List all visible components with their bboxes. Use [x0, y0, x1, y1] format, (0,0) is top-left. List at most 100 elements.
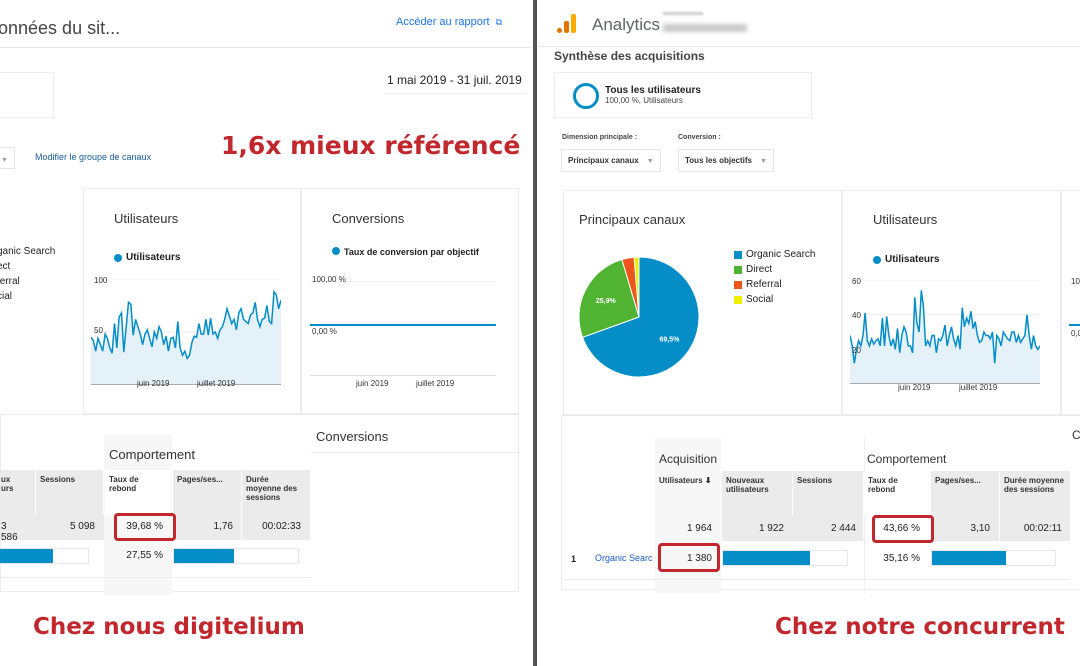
legend-item: Social [734, 292, 815, 307]
analytics-logo-icon [557, 14, 577, 34]
row1-index: 1 [571, 554, 577, 564]
conversion-rate-line [1069, 324, 1080, 326]
segment-detail: 100,00 %, Utilisateurs [605, 96, 683, 105]
total-pages-per-session: 3,10 [970, 523, 990, 534]
pages-bar-fill [174, 549, 234, 563]
series-area [850, 290, 1040, 384]
edit-channel-group-link[interactable]: Modifier le groupe de canaux [35, 152, 151, 162]
users-card: Utilisateurs Utilisateurs 100 50 juin 20… [83, 188, 301, 414]
date-range-picker[interactable]: 1 mai 2019 - 31 juil. 2019 [384, 72, 525, 94]
y-tick: 0,0 [1071, 329, 1080, 338]
channels-pie-chart: 69,5% 25,9% [578, 256, 700, 378]
page-title: Synthèse des acquisitions [554, 49, 705, 63]
users-line-chart [91, 279, 281, 385]
channels-card: Principaux canaux 69,5% 25,9% Organic Sea… [563, 190, 842, 415]
legend-social: cial [0, 291, 13, 302]
sessions-bar [722, 550, 848, 566]
conversion-rate-line [310, 324, 496, 326]
legend-item: Referral [734, 277, 815, 292]
col-header-pages-per-session[interactable]: Pages/ses... [931, 471, 999, 516]
y-tick: 20 [852, 346, 861, 355]
legend-organic: ganic Search [0, 246, 56, 257]
total-pages-per-session: 1,76 [213, 521, 233, 532]
users-card-title: Utilisateurs [114, 211, 179, 226]
legend-label: Organic Search [746, 249, 816, 260]
chevron-down-icon: ▼ [1, 157, 8, 164]
pages-bar-fill [932, 551, 1006, 565]
legend-swatch [734, 295, 742, 304]
col-header-pages-per-session[interactable]: Pages/ses... [173, 470, 241, 515]
legend-label: Referral [746, 279, 782, 290]
legend-label: Social [746, 294, 774, 305]
row1-bounce-rate: 27,55 % [126, 550, 163, 561]
col-header-sessions[interactable]: Sessions [793, 471, 863, 516]
group-conversions: Conversions [316, 429, 389, 444]
total-new-users: 3 586 [1, 521, 18, 543]
x-tick: juillet 2019 [197, 379, 236, 388]
col-header-users[interactable]: Utilisateurs ⬇ [655, 471, 721, 516]
sessions-bar-fill [723, 551, 810, 565]
channels-legend: ganic Search ect ferral cial [0, 244, 55, 304]
row1-bounce-rate: 35,16 % [883, 553, 920, 564]
conversions-card: Conversions Taux de conversion par objec… [301, 188, 519, 414]
header-divider [0, 47, 531, 48]
sessions-bar-fill [0, 549, 53, 563]
left-analytics-panel: onnées du sit... Accéder au rapport ⧉ 1 … [0, 0, 531, 666]
chevron-down-icon: ▼ [759, 158, 767, 165]
y-tick: 10 [1071, 277, 1080, 286]
col-header-new-users[interactable]: Nouveaux utilisateurs [722, 471, 792, 516]
row-divider [1, 577, 311, 578]
channels-legend: Organic Search Direct Referral Social [734, 247, 815, 307]
col-header-bounce-rate[interactable]: Taux de rebond [864, 471, 930, 516]
y-tick: 100 [94, 276, 108, 285]
report-link[interactable]: Accéder au rapport ⧉ [396, 16, 502, 28]
total-users: 1 964 [686, 523, 712, 534]
users-legend: Utilisateurs [114, 250, 180, 265]
dimension-select[interactable]: Principaux canaux ▼ [561, 149, 661, 172]
x-tick: juillet 2019 [959, 383, 998, 392]
highlight-bounce-rate [114, 513, 176, 541]
users-legend: Utilisateurs [873, 252, 939, 267]
col-header-sessions[interactable]: Sessions [36, 470, 103, 515]
legend-swatch [734, 265, 742, 274]
panel-divider [531, 0, 539, 666]
users-card: Utilisateurs Utilisateurs 60 40 20 juin … [842, 190, 1061, 415]
conversion-select[interactable]: Tous les objectifs ▼ [678, 149, 774, 172]
chevron-down-icon: ▼ [646, 158, 654, 165]
conversions-legend: Taux de conversion par objectif [332, 247, 482, 257]
row1-channel-link[interactable]: Organic Searc [595, 553, 655, 563]
legend-direct: ect [0, 261, 11, 272]
report-table: Comportement Conversions ux urs Sessions… [0, 414, 520, 595]
highlight-bounce-rate [872, 515, 934, 543]
y-tick: 50 [94, 326, 103, 335]
legend-swatch [734, 280, 742, 289]
x-tick: juin 2019 [356, 379, 389, 388]
annotation-us: Chez nous digitelium [33, 614, 305, 640]
legend-label: Direct [746, 264, 773, 275]
report-table: Acquisition Comportement C Utilisateurs … [561, 415, 1080, 593]
annotation-better-ranked: 1,6x mieux référencé [221, 131, 521, 160]
pie-data-label: 69,5% [660, 336, 681, 343]
total-avg-duration: 00:02:11 [1023, 523, 1062, 534]
app-name: Analytics [592, 15, 661, 34]
total-sessions: 2 444 [830, 523, 856, 534]
group-behavior: Comportement [109, 447, 195, 462]
external-link-icon: ⧉ [495, 17, 503, 27]
channels-card-title: Principaux canaux [579, 212, 686, 227]
x-axis [310, 375, 496, 376]
conversions-card-partial: 10 0,0 [1061, 190, 1080, 415]
segment-card[interactable]: Tous les utilisateurs 100,00 %, Utilisat… [554, 72, 812, 118]
annotation-competitor: Chez notre concurrent [775, 614, 1065, 640]
highlight-users [658, 543, 720, 572]
col-header-bounce-rate[interactable]: Taux de rebond [105, 470, 171, 515]
dimension-select[interactable]: ▼ [0, 147, 15, 169]
segment-card[interactable] [0, 72, 54, 118]
blurred-property-name [663, 24, 747, 32]
x-tick: juillet 2019 [416, 379, 455, 388]
segment-name: Tous les utilisateurs [605, 85, 701, 96]
conversions-card-title: Conversions [332, 211, 405, 226]
sessions-bar [0, 548, 89, 564]
x-tick: juin 2019 [898, 383, 931, 392]
col-header-new-users[interactable]: ux urs [0, 470, 35, 515]
users-line-chart [850, 280, 1040, 384]
